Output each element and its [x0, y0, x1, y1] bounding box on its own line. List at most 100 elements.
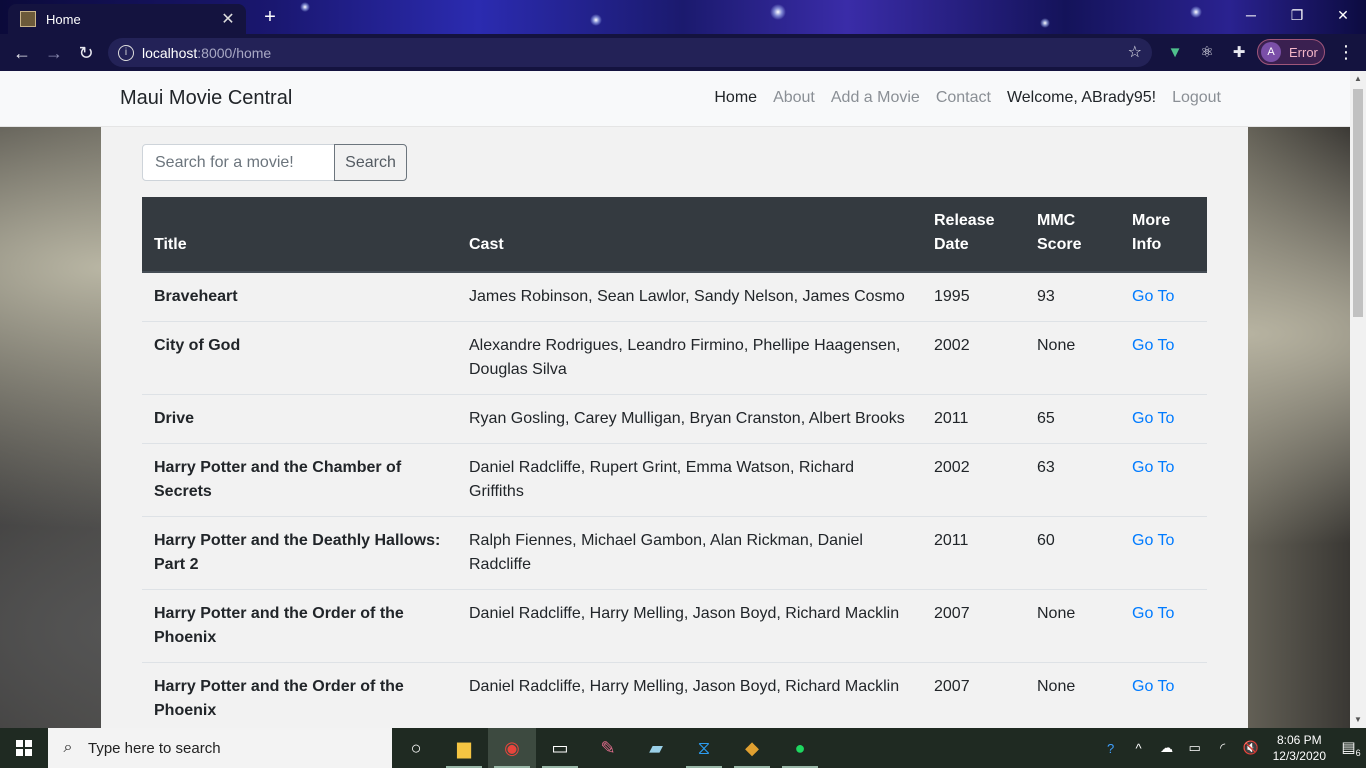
- movie-release-date: 1995: [922, 271, 1025, 322]
- go-to-link[interactable]: Go To: [1132, 459, 1174, 476]
- favicon-icon: [20, 11, 36, 27]
- movie-cast: Alexandre Rodrigues, Leandro Firmino, Ph…: [457, 321, 922, 395]
- back-icon[interactable]: ←: [6, 37, 38, 69]
- reload-icon[interactable]: ↻: [70, 37, 102, 69]
- nav-links: Home About Add a Movie Contact Welcome, …: [698, 89, 1221, 107]
- browser-tab-home[interactable]: Home ✕: [8, 4, 246, 34]
- notification-icon[interactable]: ▤6: [1336, 738, 1366, 758]
- scroll-down-icon[interactable]: ▼: [1350, 712, 1366, 728]
- network-icon[interactable]: ☁: [1155, 740, 1179, 756]
- taskbar-search-placeholder: Type here to search: [88, 739, 221, 757]
- movie-title: Braveheart: [142, 271, 457, 322]
- movie-release-date: 2011: [922, 516, 1025, 590]
- chevron-up-icon[interactable]: ^: [1127, 741, 1151, 756]
- table-header-row: Title Cast Release Date MMC Score More I…: [142, 197, 1207, 273]
- nav-contact[interactable]: Contact: [936, 89, 991, 107]
- terminal-icon[interactable]: ▭: [536, 728, 584, 768]
- movie-title: Harry Potter and the Order of the Phoeni…: [142, 662, 457, 728]
- movie-score: 93: [1025, 271, 1120, 322]
- volume-icon[interactable]: 🔇: [1239, 740, 1263, 756]
- header-cast: Cast: [457, 197, 922, 273]
- forward-icon[interactable]: →: [38, 37, 70, 69]
- header-release-date: Release Date: [922, 197, 1025, 273]
- nav-about[interactable]: About: [773, 89, 815, 107]
- restore-button[interactable]: ❐: [1274, 0, 1320, 30]
- scrollbar-thumb[interactable]: [1353, 89, 1363, 317]
- start-button[interactable]: [0, 728, 48, 768]
- movie-title: Harry Potter and the Chamber of Secrets: [142, 443, 457, 517]
- page-scrollbar[interactable]: ▲ ▼: [1350, 71, 1366, 728]
- profile-status: Error: [1289, 44, 1318, 60]
- movie-score: None: [1025, 589, 1120, 663]
- browser-toolbar: ← → ↻ i localhost:8000/home ☆: [0, 34, 1366, 71]
- notification-count: 6: [1355, 748, 1361, 758]
- search-input[interactable]: [142, 144, 335, 181]
- minimize-button[interactable]: ─: [1228, 0, 1274, 30]
- site-brand[interactable]: Maui Movie Central: [120, 87, 292, 110]
- movie-cast: Daniel Radcliffe, Rupert Grint, Emma Wat…: [457, 443, 922, 517]
- chrome-icon[interactable]: ◉: [488, 728, 536, 768]
- movie-cast: Daniel Radcliffe, Harry Melling, Jason B…: [457, 589, 922, 663]
- movie-cast: Daniel Radcliffe, Harry Melling, Jason B…: [457, 662, 922, 728]
- movie-title: Harry Potter and the Deathly Hallows: Pa…: [142, 516, 457, 590]
- go-to-link[interactable]: Go To: [1132, 337, 1174, 354]
- header-mmc-score: MMC Score: [1025, 197, 1120, 273]
- scroll-up-icon[interactable]: ▲: [1350, 71, 1366, 87]
- windows-icon: [16, 740, 32, 756]
- more-info-cell: Go To: [1120, 321, 1207, 395]
- taskbar-search[interactable]: ⌕ Type here to search: [48, 728, 392, 768]
- file-explorer-icon[interactable]: ▆: [440, 728, 488, 768]
- vue-devtools-icon[interactable]: ▼: [1163, 41, 1187, 65]
- clock-date: 12/3/2020: [1272, 749, 1326, 763]
- movie-title: Harry Potter and the Order of the Phoeni…: [142, 589, 457, 663]
- go-to-link[interactable]: Go To: [1132, 288, 1174, 305]
- close-window-button[interactable]: ✕: [1320, 0, 1366, 30]
- spotify-icon[interactable]: ●: [776, 728, 824, 768]
- git-icon[interactable]: ◆: [728, 728, 776, 768]
- nav-add-movie[interactable]: Add a Movie: [831, 89, 920, 107]
- system-clock[interactable]: 8:06 PM 12/3/2020: [1273, 732, 1326, 764]
- go-to-link[interactable]: Go To: [1132, 410, 1174, 427]
- new-tab-button[interactable]: +: [258, 6, 282, 30]
- notes-icon[interactable]: ▰: [632, 728, 680, 768]
- welcome-text: Welcome, ABrady95!: [1006, 89, 1157, 106]
- react-devtools-icon[interactable]: ⚛: [1195, 41, 1219, 65]
- url-host: localhost: [142, 44, 198, 61]
- table-row: Braveheart James Robinson, Sean Lawlor, …: [142, 271, 1207, 322]
- go-to-link[interactable]: Go To: [1132, 605, 1174, 622]
- go-to-link[interactable]: Go To: [1132, 532, 1174, 549]
- tab-title: Home: [46, 11, 81, 27]
- info-icon[interactable]: i: [118, 44, 134, 61]
- bookmark-star-icon[interactable]: ☆: [1128, 42, 1142, 62]
- go-to-link[interactable]: Go To: [1132, 678, 1174, 695]
- movie-cast: Ryan Gosling, Carey Mulligan, Bryan Cran…: [457, 394, 922, 444]
- wifi-icon[interactable]: ◜: [1211, 740, 1235, 756]
- star-decoration: [1190, 6, 1202, 18]
- header-title: Title: [142, 197, 457, 273]
- vscode-icon[interactable]: ⧖: [680, 728, 728, 768]
- table-row: Harry Potter and the Order of the Phoeni…: [142, 662, 1207, 728]
- extensions-icon[interactable]: ✚: [1227, 41, 1251, 65]
- main-container: Search Title Cast Release Date MMC Score…: [101, 127, 1248, 728]
- movie-score: 60: [1025, 516, 1120, 590]
- address-bar[interactable]: i localhost:8000/home ☆: [108, 38, 1152, 67]
- menu-icon[interactable]: ⋮: [1336, 40, 1356, 64]
- movie-cast: James Robinson, Sean Lawlor, Sandy Nelso…: [457, 271, 922, 322]
- movies-table: Title Cast Release Date MMC Score More I…: [142, 197, 1207, 728]
- help-icon[interactable]: ?: [1099, 741, 1123, 756]
- profile-button[interactable]: A Error: [1257, 39, 1325, 65]
- search-button[interactable]: Search: [334, 144, 407, 181]
- table-row: Harry Potter and the Order of the Phoeni…: [142, 589, 1207, 663]
- star-decoration: [590, 14, 602, 26]
- paint-icon[interactable]: ✎: [584, 728, 632, 768]
- movie-score: 65: [1025, 394, 1120, 444]
- star-decoration: [300, 2, 310, 12]
- nav-home[interactable]: Home: [714, 89, 757, 107]
- windows-taskbar: ⌕ Type here to search ○ ▆ ◉ ▭ ✎ ▰ ⧖ ◆ ● …: [0, 728, 1366, 768]
- close-icon[interactable]: ✕: [218, 9, 238, 29]
- battery-icon[interactable]: ▭: [1183, 740, 1207, 756]
- page-viewport: Maui Movie Central Home About Add a Movi…: [0, 71, 1350, 728]
- nav-logout[interactable]: Logout: [1172, 89, 1221, 107]
- movie-score: None: [1025, 321, 1120, 395]
- cortana-icon[interactable]: ○: [392, 728, 440, 768]
